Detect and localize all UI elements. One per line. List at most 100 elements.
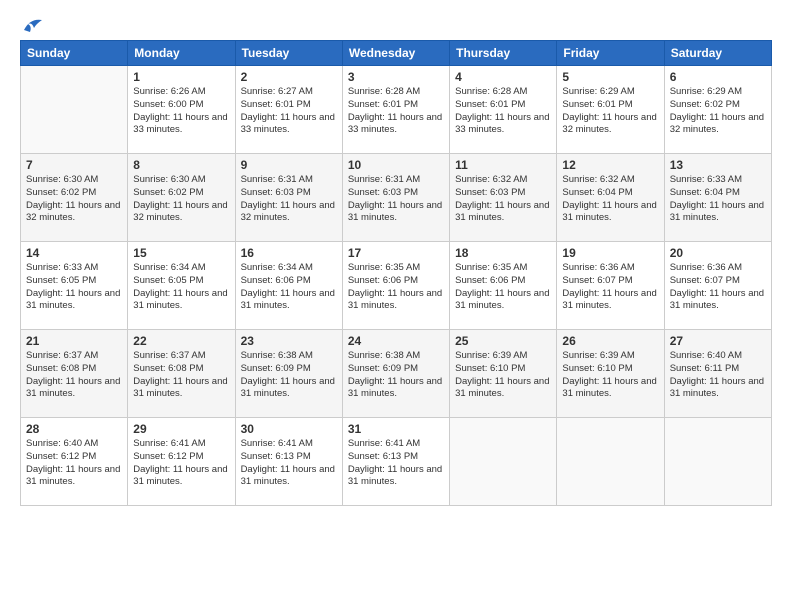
calendar-cell	[21, 66, 128, 154]
calendar-cell	[664, 418, 771, 506]
calendar-cell: 22 Sunrise: 6:37 AMSunset: 6:08 PMDayligh…	[128, 330, 235, 418]
calendar-cell: 27 Sunrise: 6:40 AMSunset: 6:11 PMDayligh…	[664, 330, 771, 418]
day-number: 3	[348, 70, 444, 84]
calendar-cell: 17 Sunrise: 6:35 AMSunset: 6:06 PMDayligh…	[342, 242, 449, 330]
weekday-header: Sunday	[21, 41, 128, 66]
day-number: 5	[562, 70, 658, 84]
day-info: Sunrise: 6:28 AMSunset: 6:01 PMDaylight:…	[455, 86, 551, 137]
day-number: 11	[455, 158, 551, 172]
calendar-cell: 5Sunrise: 6:29 AMSunset: 6:01 PMDaylight…	[557, 66, 664, 154]
day-number: 20	[670, 246, 766, 260]
calendar-cell: 16 Sunrise: 6:34 AMSunset: 6:06 PMDayligh…	[235, 242, 342, 330]
day-number: 26	[562, 334, 658, 348]
day-number: 16	[241, 246, 337, 260]
logo	[20, 16, 44, 30]
day-info: Sunrise: 6:34 AMSunset: 6:06 PMDaylight:…	[241, 262, 337, 313]
day-number: 19	[562, 246, 658, 260]
day-number: 13	[670, 158, 766, 172]
calendar-cell: 29Sunrise: 6:41 AMSunset: 6:12 PMDayligh…	[128, 418, 235, 506]
day-number: 31	[348, 422, 444, 436]
calendar-cell: 10 Sunrise: 6:31 AMSunset: 6:03 PMDayligh…	[342, 154, 449, 242]
day-number: 14	[26, 246, 122, 260]
calendar-cell: 1 Sunrise: 6:26 AMSunset: 6:00 PMDaylight…	[128, 66, 235, 154]
calendar-cell: 30Sunrise: 6:41 AMSunset: 6:13 PMDayligh…	[235, 418, 342, 506]
day-info: Sunrise: 6:40 AMSunset: 6:11 PMDaylight:…	[670, 350, 766, 401]
calendar-cell	[450, 418, 557, 506]
day-info: Sunrise: 6:31 AMSunset: 6:03 PMDaylight:…	[348, 174, 444, 225]
day-info: Sunrise: 6:29 AMSunset: 6:02 PMDaylight:…	[670, 86, 766, 137]
day-info: Sunrise: 6:31 AMSunset: 6:03 PMDaylight:…	[241, 174, 337, 225]
weekday-header: Wednesday	[342, 41, 449, 66]
calendar-cell: 14 Sunrise: 6:33 AMSunset: 6:05 PMDayligh…	[21, 242, 128, 330]
day-info: Sunrise: 6:34 AMSunset: 6:05 PMDaylight:…	[133, 262, 229, 313]
calendar-cell: 24Sunrise: 6:38 AMSunset: 6:09 PMDayligh…	[342, 330, 449, 418]
day-info: Sunrise: 6:33 AMSunset: 6:05 PMDaylight:…	[26, 262, 122, 313]
day-info: Sunrise: 6:27 AMSunset: 6:01 PMDaylight:…	[241, 86, 337, 137]
day-info: Sunrise: 6:35 AMSunset: 6:06 PMDaylight:…	[455, 262, 551, 313]
calendar-cell: 11 Sunrise: 6:32 AMSunset: 6:03 PMDayligh…	[450, 154, 557, 242]
day-number: 23	[241, 334, 337, 348]
calendar-table: SundayMondayTuesdayWednesdayThursdayFrid…	[20, 40, 772, 506]
calendar-cell: 15 Sunrise: 6:34 AMSunset: 6:05 PMDayligh…	[128, 242, 235, 330]
day-info: Sunrise: 6:41 AMSunset: 6:13 PMDaylight:…	[348, 438, 444, 489]
day-info: Sunrise: 6:32 AMSunset: 6:04 PMDaylight:…	[562, 174, 658, 225]
day-info: Sunrise: 6:32 AMSunset: 6:03 PMDaylight:…	[455, 174, 551, 225]
page: SundayMondayTuesdayWednesdayThursdayFrid…	[0, 0, 792, 612]
day-info: Sunrise: 6:41 AMSunset: 6:12 PMDaylight:…	[133, 438, 229, 489]
logo-text	[20, 16, 44, 34]
calendar-cell: 23 Sunrise: 6:38 AMSunset: 6:09 PMDayligh…	[235, 330, 342, 418]
day-number: 7	[26, 158, 122, 172]
day-info: Sunrise: 6:33 AMSunset: 6:04 PMDaylight:…	[670, 174, 766, 225]
calendar-cell: 8 Sunrise: 6:30 AMSunset: 6:02 PMDaylight…	[128, 154, 235, 242]
calendar-cell: 6 Sunrise: 6:29 AMSunset: 6:02 PMDaylight…	[664, 66, 771, 154]
calendar-cell: 7 Sunrise: 6:30 AMSunset: 6:02 PMDaylight…	[21, 154, 128, 242]
day-number: 28	[26, 422, 122, 436]
day-number: 6	[670, 70, 766, 84]
day-number: 22	[133, 334, 229, 348]
day-info: Sunrise: 6:30 AMSunset: 6:02 PMDaylight:…	[133, 174, 229, 225]
calendar-header-row: SundayMondayTuesdayWednesdayThursdayFrid…	[21, 41, 772, 66]
day-number: 8	[133, 158, 229, 172]
calendar-cell: 3 Sunrise: 6:28 AMSunset: 6:01 PMDaylight…	[342, 66, 449, 154]
calendar-cell: 2 Sunrise: 6:27 AMSunset: 6:01 PMDaylight…	[235, 66, 342, 154]
weekday-header: Monday	[128, 41, 235, 66]
calendar-cell: 4 Sunrise: 6:28 AMSunset: 6:01 PMDaylight…	[450, 66, 557, 154]
day-info: Sunrise: 6:37 AMSunset: 6:08 PMDaylight:…	[133, 350, 229, 401]
calendar-cell: 9 Sunrise: 6:31 AMSunset: 6:03 PMDaylight…	[235, 154, 342, 242]
calendar-week-row: 14 Sunrise: 6:33 AMSunset: 6:05 PMDayligh…	[21, 242, 772, 330]
day-number: 9	[241, 158, 337, 172]
day-number: 17	[348, 246, 444, 260]
day-number: 1	[133, 70, 229, 84]
day-info: Sunrise: 6:38 AMSunset: 6:09 PMDaylight:…	[348, 350, 444, 401]
weekday-header: Saturday	[664, 41, 771, 66]
day-info: Sunrise: 6:35 AMSunset: 6:06 PMDaylight:…	[348, 262, 444, 313]
calendar-week-row: 28 Sunrise: 6:40 AMSunset: 6:12 PMDayligh…	[21, 418, 772, 506]
calendar-cell: 19 Sunrise: 6:36 AMSunset: 6:07 PMDayligh…	[557, 242, 664, 330]
day-info: Sunrise: 6:26 AMSunset: 6:00 PMDaylight:…	[133, 86, 229, 137]
weekday-header: Friday	[557, 41, 664, 66]
day-number: 4	[455, 70, 551, 84]
day-info: Sunrise: 6:36 AMSunset: 6:07 PMDaylight:…	[562, 262, 658, 313]
day-info: Sunrise: 6:39 AMSunset: 6:10 PMDaylight:…	[455, 350, 551, 401]
day-info: Sunrise: 6:28 AMSunset: 6:01 PMDaylight:…	[348, 86, 444, 137]
calendar-cell: 18 Sunrise: 6:35 AMSunset: 6:06 PMDayligh…	[450, 242, 557, 330]
calendar-cell: 21 Sunrise: 6:37 AMSunset: 6:08 PMDayligh…	[21, 330, 128, 418]
weekday-header: Tuesday	[235, 41, 342, 66]
day-info: Sunrise: 6:40 AMSunset: 6:12 PMDaylight:…	[26, 438, 122, 489]
day-info: Sunrise: 6:37 AMSunset: 6:08 PMDaylight:…	[26, 350, 122, 401]
day-number: 27	[670, 334, 766, 348]
calendar-cell: 12 Sunrise: 6:32 AMSunset: 6:04 PMDayligh…	[557, 154, 664, 242]
calendar-week-row: 7 Sunrise: 6:30 AMSunset: 6:02 PMDaylight…	[21, 154, 772, 242]
day-info: Sunrise: 6:39 AMSunset: 6:10 PMDaylight:…	[562, 350, 658, 401]
day-info: Sunrise: 6:38 AMSunset: 6:09 PMDaylight:…	[241, 350, 337, 401]
calendar-week-row: 1 Sunrise: 6:26 AMSunset: 6:00 PMDaylight…	[21, 66, 772, 154]
day-number: 15	[133, 246, 229, 260]
calendar-cell	[557, 418, 664, 506]
day-number: 12	[562, 158, 658, 172]
day-number: 2	[241, 70, 337, 84]
day-number: 21	[26, 334, 122, 348]
day-number: 18	[455, 246, 551, 260]
day-info: Sunrise: 6:30 AMSunset: 6:02 PMDaylight:…	[26, 174, 122, 225]
day-number: 10	[348, 158, 444, 172]
calendar-cell: 20Sunrise: 6:36 AMSunset: 6:07 PMDayligh…	[664, 242, 771, 330]
